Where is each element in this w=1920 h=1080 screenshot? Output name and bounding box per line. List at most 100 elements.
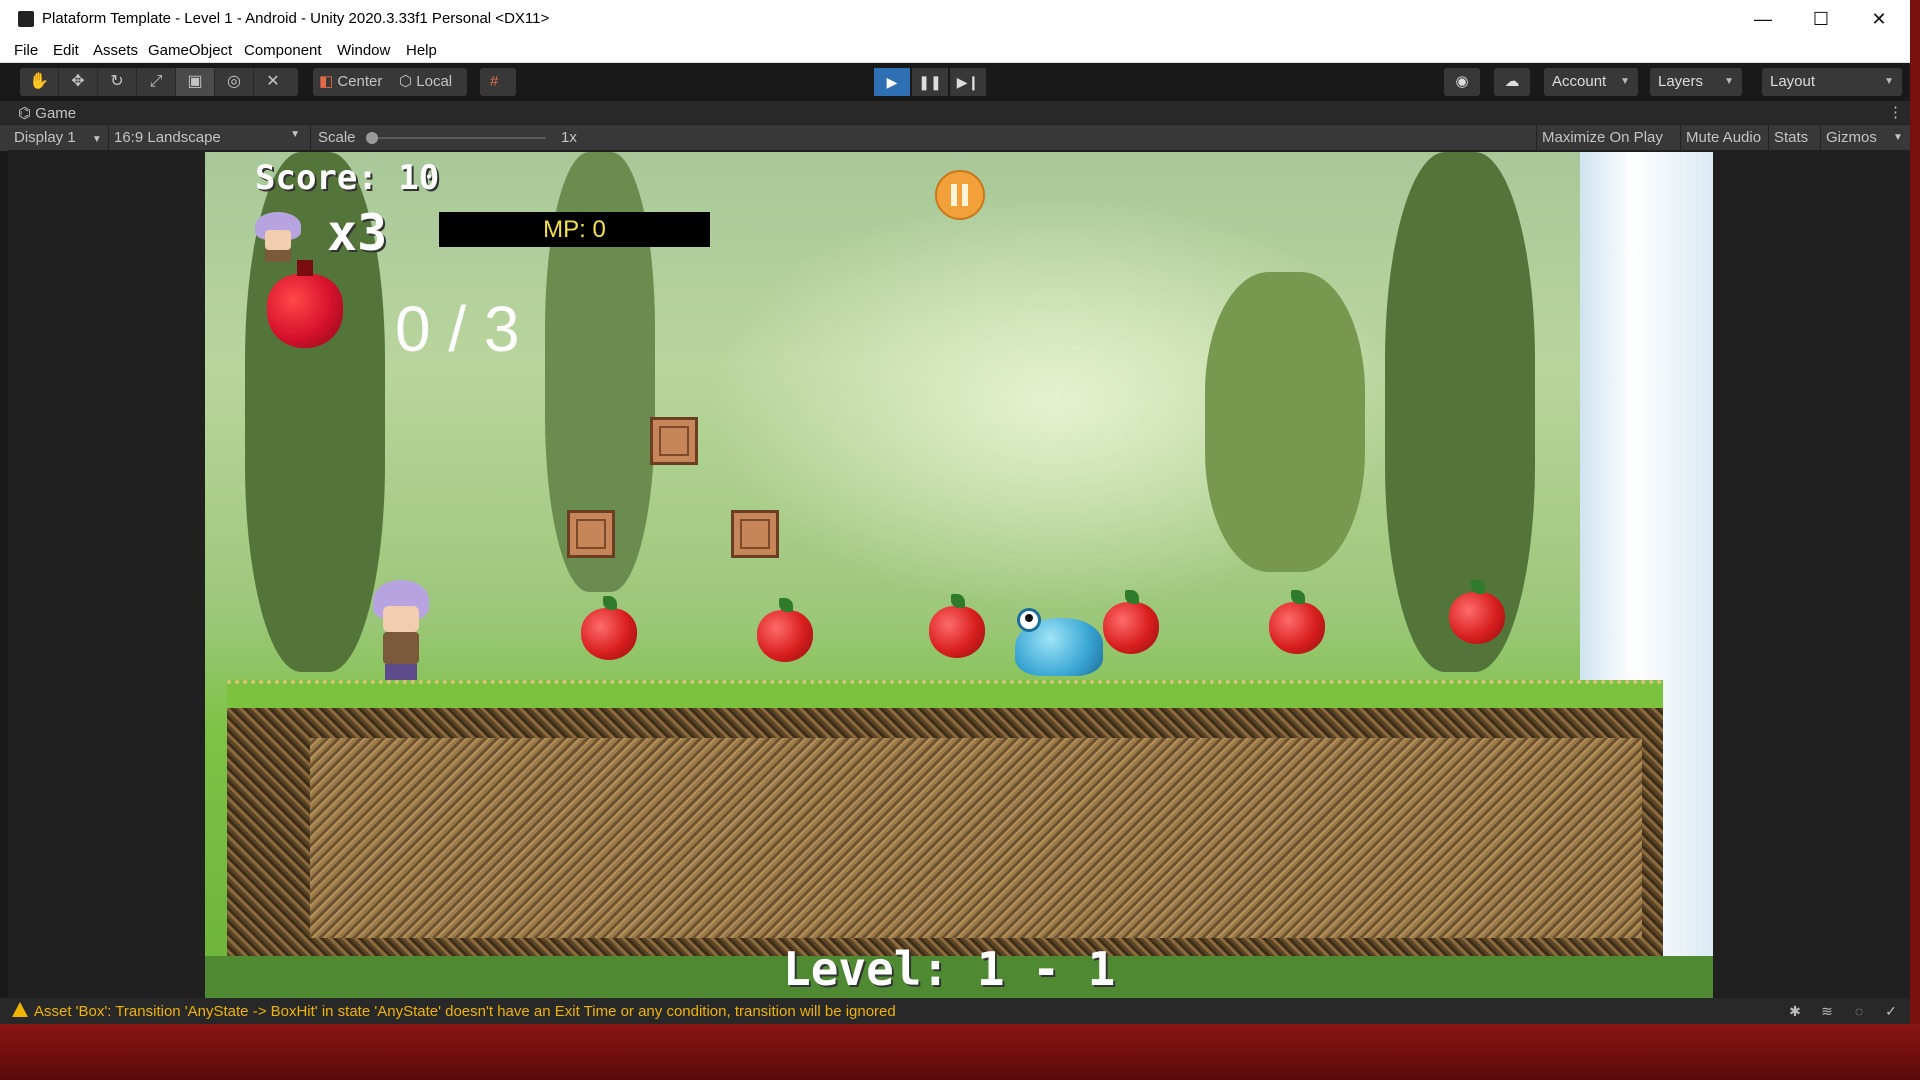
main-toolbar: ✋ ✥ ↻ ⤢ ▣ ◎ ✕ ◧ Center ⬡ Local # ▶ ❚❚ ▶❙… xyxy=(0,63,1910,101)
game-tab-bar: ⌬ Game ⋮ xyxy=(0,101,1910,124)
local-cube-icon: ⬡ xyxy=(399,73,413,90)
mp-bar: MP: 0 xyxy=(439,212,710,247)
pivot-center-label: Center xyxy=(337,73,383,90)
progress-icon[interactable]: ◌ xyxy=(1850,1002,1868,1020)
divider xyxy=(1680,125,1681,151)
maximize-button[interactable]: ☐ xyxy=(1798,4,1844,34)
more-options-icon[interactable]: ⋮ xyxy=(1888,103,1903,121)
warning-icon xyxy=(12,1002,28,1017)
maximize-on-play-toggle[interactable]: Maximize On Play xyxy=(1542,129,1663,146)
menu-edit[interactable]: Edit xyxy=(53,42,79,59)
rotate-tool-icon[interactable]: ↻ xyxy=(98,68,137,96)
unity-logo-icon xyxy=(18,11,34,27)
desktop-background xyxy=(0,1024,1920,1080)
console-status-bar[interactable]: Asset 'Box': Transition 'AnyState -> Box… xyxy=(0,998,1910,1024)
play-button[interactable]: ▶ xyxy=(874,68,910,96)
breakable-box xyxy=(567,510,615,558)
breakable-box xyxy=(650,417,698,465)
chevron-down-icon: ▼ xyxy=(290,129,300,140)
divider xyxy=(1820,125,1821,151)
scale-tool-icon[interactable]: ⤢ xyxy=(137,68,176,96)
grid-snap-button[interactable]: # xyxy=(480,68,516,96)
menu-gameobject[interactable]: GameObject xyxy=(148,42,232,59)
lives-icon-face xyxy=(265,230,291,250)
breakable-box xyxy=(731,510,779,558)
transform-tool-icon[interactable]: ◎ xyxy=(215,68,254,96)
chevron-down-icon[interactable]: ▼ xyxy=(1893,132,1903,143)
divider xyxy=(1536,125,1537,151)
chevron-down-icon: ▼ xyxy=(1884,76,1894,87)
player-legs xyxy=(385,664,417,680)
score-text: Score: 10 xyxy=(255,158,440,198)
apple-pickup xyxy=(757,598,813,662)
player-face xyxy=(383,606,419,632)
menu-assets[interactable]: Assets xyxy=(93,42,138,59)
minimize-button[interactable]: — xyxy=(1740,4,1786,34)
console-warning-message: Asset 'Box': Transition 'AnyState -> Box… xyxy=(34,1003,896,1020)
frog-pupil xyxy=(1025,614,1033,622)
level-text: Level: 1 - 1 xyxy=(783,942,1116,996)
hand-tool-icon[interactable]: ✋ xyxy=(20,68,59,96)
step-button[interactable]: ▶❙ xyxy=(950,68,986,96)
game-view[interactable]: Score: 10 x3 MP: 0 0 / 3 Level: 1 - 1 xyxy=(205,152,1713,998)
stats-toggle[interactable]: Stats xyxy=(1774,129,1808,146)
bug-icon[interactable]: ✱ xyxy=(1786,1002,1804,1020)
game-tab[interactable]: ⌬ Game xyxy=(18,104,76,122)
custom-tool-icon[interactable]: ✕ xyxy=(254,68,292,96)
tree-trunk xyxy=(1385,152,1535,672)
account-dropdown[interactable]: Account ▼ xyxy=(1544,68,1638,96)
menu-help[interactable]: Help xyxy=(406,42,437,59)
menu-window[interactable]: Window xyxy=(337,42,390,59)
cloud-button[interactable]: ☁ xyxy=(1494,68,1530,96)
move-tool-icon[interactable]: ✥ xyxy=(59,68,98,96)
lives-text: x3 xyxy=(327,204,388,262)
pivot-center-toggle[interactable]: ◧ Center xyxy=(319,68,391,96)
layers-status-icon[interactable]: ≋ xyxy=(1818,1002,1836,1020)
divider xyxy=(1768,125,1769,151)
apple-counter-icon xyxy=(267,260,343,348)
player-body xyxy=(383,632,419,664)
menu-component[interactable]: Component xyxy=(244,42,322,59)
scale-label: Scale xyxy=(318,129,356,146)
mute-audio-toggle[interactable]: Mute Audio xyxy=(1686,129,1761,146)
frog-enemy xyxy=(1005,602,1105,678)
rect-tool-icon[interactable]: ▣ xyxy=(176,68,215,96)
lives-icon-body xyxy=(265,250,291,262)
game-view-toolbar: Display 1 ▼ 16:9 Landscape ▼ Scale 1x Ma… xyxy=(0,124,1910,151)
aspect-label: 16:9 Landscape xyxy=(114,129,221,146)
dirt-ground-inner xyxy=(310,738,1642,938)
display-dropdown[interactable]: Display 1 ▼ xyxy=(14,129,102,146)
divider xyxy=(108,125,109,151)
pause-game-button[interactable] xyxy=(935,170,985,220)
menu-file[interactable]: File xyxy=(14,42,38,59)
player-character xyxy=(369,580,429,680)
collab-button[interactable]: ◉ xyxy=(1444,68,1480,96)
game-tab-label: Game xyxy=(35,105,77,122)
chevron-down-icon: ▼ xyxy=(91,134,102,145)
menu-bar: File Edit Assets GameObject Component Wi… xyxy=(0,38,1910,63)
lives-player-icon xyxy=(255,212,301,262)
apple-pickup xyxy=(929,594,985,658)
close-button[interactable]: ✕ xyxy=(1856,4,1902,34)
check-icon[interactable]: ✓ xyxy=(1882,1002,1900,1020)
layers-dropdown[interactable]: Layers ▼ xyxy=(1650,68,1742,96)
scale-slider[interactable] xyxy=(366,132,546,144)
scale-slider-handle[interactable] xyxy=(366,132,378,144)
chevron-down-icon: ▼ xyxy=(1620,76,1630,87)
scale-value: 1x xyxy=(561,129,577,146)
collab-icon: ◉ xyxy=(1455,73,1469,90)
cloud-icon: ☁ xyxy=(1504,73,1520,90)
pivot-icon: ◧ xyxy=(319,73,334,90)
pivot-local-label: Local xyxy=(416,73,453,90)
pivot-controls: ◧ Center ⬡ Local xyxy=(313,68,467,96)
pivot-local-toggle[interactable]: ⬡ Local xyxy=(399,68,465,96)
gizmos-toggle[interactable]: Gizmos xyxy=(1826,129,1877,146)
pause-button[interactable]: ❚❚ xyxy=(912,68,948,96)
unity-editor-window: Plataform Template - Level 1 - Android -… xyxy=(0,0,1910,1024)
aspect-dropdown[interactable]: 16:9 Landscape ▼ xyxy=(114,129,300,146)
grid-icon: # xyxy=(490,73,499,90)
layout-dropdown[interactable]: Layout ▼ xyxy=(1762,68,1902,96)
gamepad-icon: ⌬ xyxy=(18,105,32,122)
layout-label: Layout xyxy=(1770,73,1816,90)
chevron-down-icon: ▼ xyxy=(1724,76,1734,87)
